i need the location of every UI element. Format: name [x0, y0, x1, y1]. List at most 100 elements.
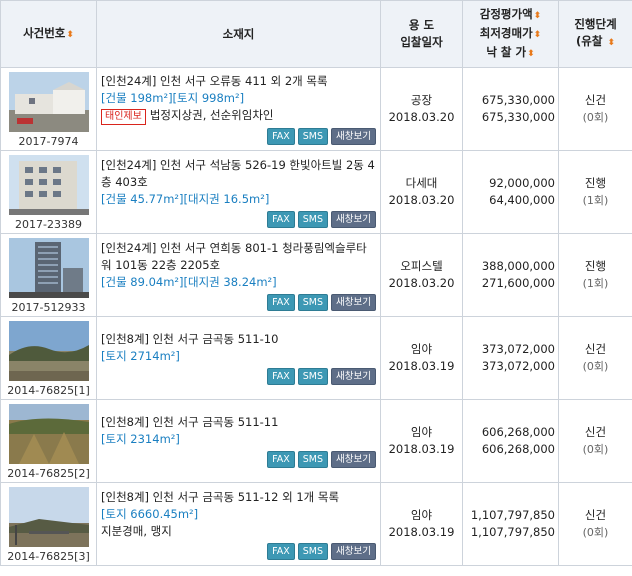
new-window-button[interactable]: 새창보기: [331, 128, 376, 145]
case-no[interactable]: 2017-23389: [15, 218, 82, 231]
case-no[interactable]: 2017-7974: [19, 135, 79, 148]
price-cell: 606,268,000 606,268,000: [462, 399, 559, 483]
new-window-button[interactable]: 새창보기: [331, 293, 376, 311]
table-row[interactable]: 2017-23389 [인천24계] 인천 서구 석남동 526-19 한빛아트빌…: [0, 150, 632, 234]
appraisal-header-label: 감정평가액: [479, 6, 533, 21]
case-no[interactable]: 2017-512933: [12, 301, 86, 314]
property-photo[interactable]: [8, 486, 89, 547]
area-info: [건물 89.04m²][대지권 38.24m²]: [101, 274, 277, 289]
table-row[interactable]: 2014-76825[2] [인천8계] 인천 서구 금곡동 511-11 [토지 …: [0, 399, 632, 483]
address-link[interactable]: [인천8계] 인천 서구 금곡동 511-12 외 1개 목록: [101, 489, 376, 506]
property-use: 임야: [410, 342, 433, 356]
address-link[interactable]: [인천24계] 인천 서구 연희동 801-1 청라풍림엑슬루타워 101동 2…: [101, 240, 376, 274]
property-photo[interactable]: [8, 403, 89, 464]
address-link[interactable]: [인천24계] 인천 서구 오류동 411 외 2개 목록: [101, 73, 376, 90]
new-window-button[interactable]: 새창보기: [331, 210, 376, 228]
use-date-cell: 임야 2018.03.19: [380, 316, 463, 400]
action-buttons: FAX SMS 새창보기: [101, 450, 376, 468]
fail-count: (1회): [582, 194, 609, 207]
location-cell: [인천8계] 인천 서구 금곡동 511-12 외 1개 목록 [토지 6660.…: [96, 482, 381, 566]
minimum-price-header-label: 최저경매가: [479, 25, 533, 40]
minimum-price: 606,268,000: [481, 442, 555, 456]
sort-updown-icon[interactable]: ⬍: [534, 30, 542, 40]
case-no-header[interactable]: 사건번호⬍: [0, 0, 97, 68]
sms-button[interactable]: SMS: [297, 293, 329, 311]
property-photo[interactable]: [8, 320, 89, 381]
use-date-cell: 공장 2018.03.20: [380, 67, 463, 151]
property-photo[interactable]: [8, 237, 89, 298]
new-window-button[interactable]: 새창보기: [331, 451, 376, 468]
stage-status: 진행: [584, 176, 607, 190]
bid-date: 2018.03.19: [388, 359, 455, 373]
stage-status: 신건: [584, 508, 607, 522]
fail-count: (1회): [582, 277, 609, 290]
case-no-cell: 2014-76825[1]: [0, 316, 97, 400]
stage-header[interactable]: 진행단계 (유찰 ⬍: [558, 0, 632, 68]
sort-updown-icon[interactable]: ⬍: [607, 38, 615, 48]
address-link[interactable]: [인천8계] 인천 서구 금곡동 511-10: [101, 331, 376, 348]
case-no[interactable]: 2014-76825[1]: [7, 384, 90, 397]
sort-updown-icon[interactable]: ⬍: [527, 49, 535, 59]
fail-count-header-label: (유찰: [576, 34, 603, 48]
fax-button[interactable]: FAX: [267, 368, 295, 385]
area-info: [토지 2314m²]: [101, 432, 180, 446]
stage-cell: 신건 (0회): [558, 399, 632, 483]
stage-status: 신건: [584, 342, 607, 356]
stage-status: 신건: [584, 93, 607, 107]
appraisal-price: 388,000,000: [481, 259, 555, 273]
table-row[interactable]: 2014-76825[3] [인천8계] 인천 서구 금곡동 511-12 외 1…: [0, 482, 632, 566]
use-date-cell: 임야 2018.03.19: [380, 482, 463, 566]
price-header[interactable]: 감정평가액⬍ 최저경매가⬍ 낙 찰 가⬍: [462, 0, 559, 68]
sort-updown-icon[interactable]: ⬍: [534, 11, 542, 21]
table-row[interactable]: 2014-76825[1] [인천8계] 인천 서구 금곡동 511-10 [토지 …: [0, 316, 632, 400]
new-window-button[interactable]: 새창보기: [331, 542, 376, 560]
bid-date: 2018.03.20: [388, 110, 455, 124]
address-link[interactable]: [인천24계] 인천 서구 석남동 526-19 한빛아트빌 2동 4층 403…: [101, 157, 376, 191]
table-row[interactable]: 2017-512933 [인천24계] 인천 서구 연희동 801-1 청라풍림엑…: [0, 233, 632, 317]
address-link[interactable]: [인천8계] 인천 서구 금곡동 511-11: [101, 414, 376, 431]
location-cell: [인천24계] 인천 서구 연희동 801-1 청라풍림엑슬루타워 101동 2…: [96, 233, 381, 317]
use-date-cell: 다세대 2018.03.20: [380, 150, 463, 234]
bid-date: 2018.03.19: [388, 442, 455, 456]
bid-date-header-label: 입찰일자: [400, 35, 443, 49]
sort-updown-icon[interactable]: ⬍: [66, 30, 74, 40]
location-cell: [인천24계] 인천 서구 오류동 411 외 2개 목록 [건물 198m²][…: [96, 67, 381, 151]
case-no-header-label: 사건번호: [23, 25, 66, 40]
stage-cell: 신건 (0회): [558, 67, 632, 151]
fax-button[interactable]: FAX: [267, 210, 295, 228]
appraisal-price: 675,330,000: [481, 93, 555, 107]
appraisal-price: 1,107,797,850: [470, 508, 555, 522]
tag-badge[interactable]: 태인제보: [101, 109, 146, 125]
bid-date: 2018.03.20: [388, 276, 455, 290]
sms-button[interactable]: SMS: [297, 368, 329, 385]
price-cell: 1,107,797,850 1,107,797,850: [462, 482, 559, 566]
bid-date: 2018.03.19: [388, 525, 455, 539]
sms-button[interactable]: SMS: [297, 210, 329, 228]
fax-button[interactable]: FAX: [267, 293, 295, 311]
property-photo[interactable]: [8, 71, 89, 132]
sms-button[interactable]: SMS: [297, 542, 329, 560]
winning-bid-header-label: 낙 찰 가: [486, 44, 527, 59]
property-photo[interactable]: [8, 154, 89, 215]
location-cell: [인천8계] 인천 서구 금곡동 511-10 [토지 2714m²] FAX SMS…: [96, 316, 381, 400]
sms-button[interactable]: SMS: [297, 451, 329, 468]
use-date-cell: 임야 2018.03.19: [380, 399, 463, 483]
case-no[interactable]: 2014-76825[2]: [7, 467, 90, 480]
new-window-button[interactable]: 새창보기: [331, 368, 376, 385]
property-use: 임야: [410, 508, 433, 522]
appraisal-price: 92,000,000: [489, 176, 555, 190]
case-no-cell: 2014-76825[2]: [0, 399, 97, 483]
fax-button[interactable]: FAX: [267, 451, 295, 468]
fax-button[interactable]: FAX: [267, 128, 295, 145]
stage-cell: 진행 (1회): [558, 233, 632, 317]
sms-button[interactable]: SMS: [297, 128, 329, 145]
fax-button[interactable]: FAX: [267, 542, 295, 560]
stage-status: 신건: [584, 425, 607, 439]
minimum-price: 1,107,797,850: [470, 525, 555, 539]
use-date-header: 용 도 입찰일자: [380, 0, 463, 68]
table-row[interactable]: 2017-7974 [인천24계] 인천 서구 오류동 411 외 2개 목록 [건…: [0, 67, 632, 151]
extra-info: 태인제보 법정지상권, 선순위임차인: [101, 107, 376, 125]
case-no[interactable]: 2014-76825[3]: [7, 550, 90, 563]
fail-count: (0회): [582, 360, 609, 373]
appraisal-price: 606,268,000: [481, 425, 555, 439]
